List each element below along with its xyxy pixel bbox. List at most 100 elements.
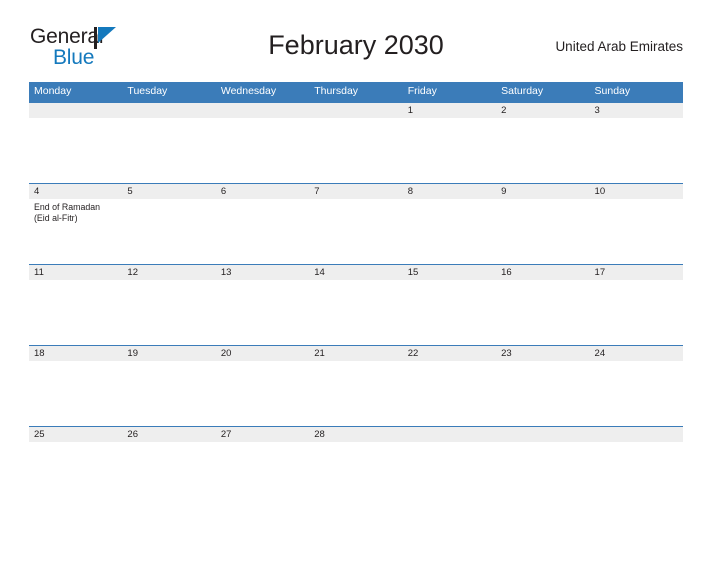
calendar-day-cell[interactable]: 4 End of Ramadan (Eid al-Fitr) (29, 183, 123, 264)
weekday-header-friday: Friday (402, 82, 497, 102)
calendar-day-cell[interactable]: 24 (589, 345, 683, 426)
day-number (309, 103, 403, 118)
calendar-week-row: 123 (29, 102, 683, 183)
country-label: United Arab Emirates (555, 39, 683, 54)
weekday-header-row: Monday Tuesday Wednesday Thursday Friday… (29, 82, 683, 102)
day-number (589, 427, 683, 442)
weekday-header-saturday: Saturday (496, 82, 590, 102)
calendar-week-row: 25 26 27 28 (29, 426, 683, 507)
calendar-day-cell[interactable]: 20 (215, 345, 310, 426)
day-number: 1 (402, 103, 497, 118)
day-cell-inner: 18 (29, 345, 123, 426)
day-cell-inner: 7 (309, 183, 403, 264)
calendar-day-cell[interactable]: 16 (496, 264, 590, 345)
day-cell-inner: 6 (215, 183, 310, 264)
calendar-day-cell[interactable]: 10 (589, 183, 683, 264)
calendar-day-cell[interactable]: 15 (402, 264, 497, 345)
day-number: 17 (589, 265, 683, 280)
day-number: 12 (122, 265, 216, 280)
day-number: 9 (496, 184, 590, 199)
day-number: 24 (589, 346, 683, 361)
day-number: 6 (215, 184, 310, 199)
weekday-header-sunday: Sunday (589, 82, 683, 102)
day-number: 18 (29, 346, 123, 361)
day-cell-inner (215, 102, 310, 183)
calendar-day-cell[interactable] (122, 102, 216, 183)
day-cell-inner (122, 102, 216, 183)
day-cell-inner: 17 (589, 264, 683, 345)
day-cell-inner: 16 (496, 264, 590, 345)
day-event-line: End of Ramadan (34, 202, 101, 212)
calendar-body: 1 2 3 4 End of Ramadan (Eid al-Fitr) 5 6 7 8 9 10 11… (29, 102, 683, 507)
calendar-day-cell[interactable]: 3 (589, 102, 683, 183)
calendar-day-cell[interactable]: 22 (402, 345, 497, 426)
day-cell-inner: 19 (122, 345, 216, 426)
calendar-day-cell[interactable] (589, 426, 683, 507)
day-number: 2 (496, 103, 590, 118)
day-number (215, 103, 310, 118)
day-number: 19 (122, 346, 216, 361)
day-number (122, 103, 216, 118)
day-cell-inner: 20 (215, 345, 310, 426)
day-cell-inner: 26 (122, 426, 216, 507)
day-cell-inner: 27 (215, 426, 310, 507)
calendar-day-cell[interactable]: 13 (215, 264, 310, 345)
day-cell-inner: 2 (496, 102, 590, 183)
calendar-day-cell[interactable]: 7 (309, 183, 403, 264)
calendar-day-cell[interactable]: 28 (309, 426, 403, 507)
calendar-day-cell[interactable]: 23 (496, 345, 590, 426)
calendar-day-cell[interactable]: 17 (589, 264, 683, 345)
calendar-day-cell[interactable] (309, 102, 403, 183)
calendar-day-cell[interactable]: 6 (215, 183, 310, 264)
day-number: 25 (29, 427, 123, 442)
day-cell-inner: 8 (402, 183, 497, 264)
calendar-day-cell[interactable]: 14 (309, 264, 403, 345)
calendar-day-cell[interactable]: 21 (309, 345, 403, 426)
calendar-day-cell[interactable]: 12 (122, 264, 216, 345)
day-number: 14 (309, 265, 403, 280)
day-cell-inner: 28 (309, 426, 403, 507)
calendar-day-cell[interactable] (215, 102, 310, 183)
day-number (496, 427, 590, 442)
calendar-day-cell[interactable]: 19 (122, 345, 216, 426)
calendar-weekday-header: Monday Tuesday Wednesday Thursday Friday… (29, 82, 683, 102)
day-cell-inner: 15 (402, 264, 497, 345)
day-cell-inner: 11 (29, 264, 123, 345)
page-header: General Blue February 2030 United Arab E… (29, 22, 683, 78)
calendar-week-row: 11 12 13 14 15 16 17 (29, 264, 683, 345)
day-number (402, 427, 497, 442)
day-number: 23 (496, 346, 590, 361)
day-cell-inner (496, 426, 590, 507)
calendar-day-cell[interactable]: 11 (29, 264, 123, 345)
calendar-day-cell[interactable]: 1 (402, 102, 497, 183)
calendar-day-cell[interactable]: 18 (29, 345, 123, 426)
day-number (29, 103, 123, 118)
calendar-day-cell[interactable]: 27 (215, 426, 310, 507)
day-cell-inner: 3 (589, 102, 683, 183)
weekday-header-tuesday: Tuesday (122, 82, 216, 102)
calendar-day-cell[interactable]: 25 (29, 426, 123, 507)
calendar-day-cell[interactable] (29, 102, 123, 183)
calendar-week-row: 4 End of Ramadan (Eid al-Fitr) 5 6 7 8 9 10 (29, 183, 683, 264)
day-number: 15 (402, 265, 497, 280)
calendar-day-cell[interactable]: 8 (402, 183, 497, 264)
day-number: 3 (589, 103, 683, 118)
calendar-day-cell[interactable]: 26 (122, 426, 216, 507)
day-cell-inner: 21 (309, 345, 403, 426)
day-cell-inner: 5 (122, 183, 216, 264)
day-cell-inner: 1 (402, 102, 497, 183)
day-number: 20 (215, 346, 310, 361)
day-number: 13 (215, 265, 310, 280)
calendar-day-cell[interactable] (402, 426, 497, 507)
day-cell-inner: 24 (589, 345, 683, 426)
day-cell-inner: 12 (122, 264, 216, 345)
day-number: 5 (122, 184, 216, 199)
day-number: 21 (309, 346, 403, 361)
day-cell-inner: 22 (402, 345, 497, 426)
calendar-day-cell[interactable]: 9 (496, 183, 590, 264)
calendar-day-cell[interactable] (496, 426, 590, 507)
calendar-day-cell[interactable]: 2 (496, 102, 590, 183)
day-cell-inner (309, 102, 403, 183)
weekday-header-wednesday: Wednesday (215, 82, 310, 102)
calendar-day-cell[interactable]: 5 (122, 183, 216, 264)
